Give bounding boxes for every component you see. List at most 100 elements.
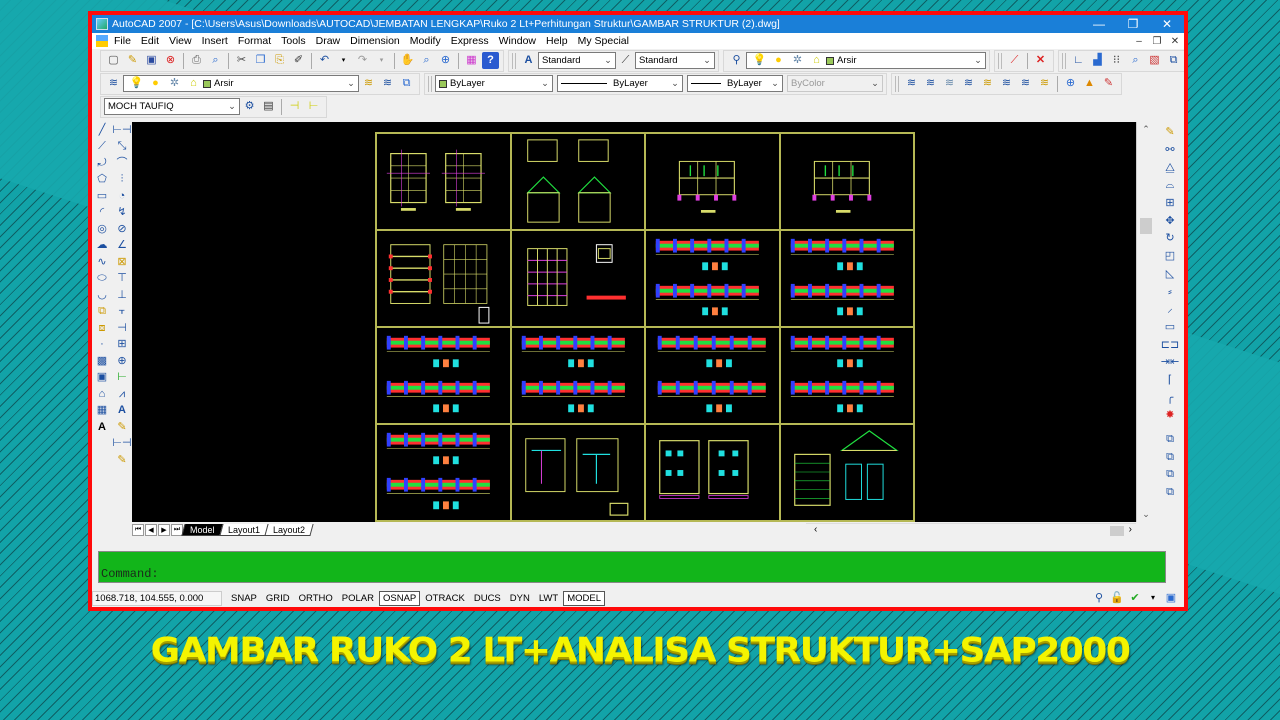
minimize-button[interactable]: — <box>1082 17 1116 31</box>
menu-modify[interactable]: Modify <box>410 35 447 47</box>
fillet-icon[interactable]: ╭ <box>1161 389 1179 407</box>
clean-screen-icon[interactable]: ▣ <box>1163 590 1179 606</box>
rotate-icon[interactable]: ↻ <box>1161 230 1179 248</box>
erase-icon[interactable]: ✎ <box>1161 124 1179 142</box>
array-icon[interactable]: ⊞ <box>1161 195 1179 213</box>
radius-dim-icon[interactable]: ◔ <box>114 188 130 205</box>
find-icon[interactable]: ⌕ <box>1127 52 1144 69</box>
polygon-icon[interactable]: ⬠ <box>94 172 110 189</box>
draworder-under-icon[interactable]: ⧉ <box>1161 484 1179 502</box>
vertical-scrollbar[interactable]: ⌃ ⌄ <box>1136 122 1154 522</box>
break-icon[interactable]: ⊏⊐ <box>1161 336 1179 354</box>
snap-toggle[interactable]: SNAP <box>227 591 261 606</box>
dim-style-icon[interactable]: A <box>114 403 130 420</box>
chamfer-icon[interactable]: ⌈ <box>1161 372 1179 390</box>
close-button[interactable]: ✕ <box>1150 17 1184 31</box>
restore-button[interactable]: ❐ <box>1116 17 1150 31</box>
text-style-select[interactable]: Standard ⌄ <box>538 52 616 69</box>
layer-select[interactable]: 💡 ● ✲ ⌂ Arsir ⌄ <box>746 52 986 69</box>
polar-toggle[interactable]: POLAR <box>338 591 378 606</box>
match-properties-icon[interactable]: ✐ <box>290 52 307 69</box>
extend-icon[interactable]: ⸝ <box>1161 301 1179 319</box>
gradient-icon[interactable]: ▣ <box>94 370 110 387</box>
image-icon[interactable]: ▧ <box>1146 52 1163 69</box>
scroll-left-icon[interactable]: ‹ <box>814 524 817 535</box>
make-object-layer-current-icon[interactable]: ⚲ <box>728 52 745 69</box>
scale-icon[interactable]: ◰ <box>1161 248 1179 266</box>
explode-icon[interactable]: ✸ <box>1161 407 1179 425</box>
revision-cloud-icon[interactable]: ☁ <box>94 238 110 255</box>
offset-icon[interactable]: ⌓ <box>1161 177 1179 195</box>
draworder-above-icon[interactable]: ⧉ <box>1161 466 1179 484</box>
join-icon[interactable]: ⇥⇤ <box>1161 354 1179 372</box>
table-icon[interactable]: ▦ <box>94 403 110 420</box>
quick-leader-icon[interactable]: ⫟ <box>114 304 130 321</box>
layer-merge-icon[interactable]: ≋ <box>998 75 1015 92</box>
stretch-icon[interactable]: ◺ <box>1161 266 1179 284</box>
tab-layout1[interactable]: Layout1 <box>218 524 269 536</box>
lwt-toggle[interactable]: LWT <box>535 591 562 606</box>
layer-change-icon[interactable]: ≋ <box>979 75 996 92</box>
dyn-toggle[interactable]: DYN <box>506 591 534 606</box>
break-at-point-icon[interactable]: ▭ <box>1161 319 1179 337</box>
ducs-toggle[interactable]: DUCS <box>470 591 505 606</box>
line-draw-icon[interactable]: ⟋ <box>1006 52 1023 69</box>
draworder-front-icon[interactable]: ⧉ <box>1161 431 1179 449</box>
dim-style-icon[interactable]: ⟋ <box>617 52 634 69</box>
menu-window[interactable]: Window <box>499 35 542 47</box>
tolerance-icon[interactable]: ⊣ <box>114 320 130 337</box>
new-icon[interactable]: ▢ <box>105 52 122 69</box>
menu-insert[interactable]: Insert <box>202 35 234 47</box>
menu-edit[interactable]: Edit <box>141 35 165 47</box>
doc-restore-button[interactable]: ❐ <box>1148 36 1166 47</box>
layer-unisolate-icon[interactable]: ≋ <box>922 75 939 92</box>
scroll-up-icon[interactable]: ⌃ <box>1137 124 1155 135</box>
toolbar-lock-icon[interactable]: 🔓 <box>1109 590 1125 606</box>
osnap-toggle[interactable]: OSNAP <box>378 590 421 606</box>
move-icon[interactable]: ✥ <box>1161 212 1179 230</box>
open-icon[interactable]: ✎ <box>124 52 141 69</box>
next-tab-icon[interactable]: ▶ <box>158 524 170 536</box>
quick-dim-icon[interactable]: ⊠ <box>114 254 130 271</box>
dim-override-icon[interactable]: ✎ <box>114 419 130 436</box>
dim-text-edit-icon[interactable]: ⊢ <box>114 370 130 387</box>
point-icon[interactable]: · <box>94 337 110 354</box>
dim-update-icon[interactable]: ⩘ <box>114 386 130 403</box>
spline-icon[interactable]: ∿ <box>94 254 110 271</box>
multiline-text-icon[interactable]: A <box>94 419 110 436</box>
area-icon[interactable]: ▟ <box>1089 52 1106 69</box>
pan-icon[interactable]: ✋ <box>399 52 416 69</box>
model-space-toggle[interactable]: MODEL <box>563 590 605 606</box>
arc-length-dim-icon[interactable]: ⌒ <box>114 155 130 172</box>
plot-preview-icon[interactable]: ⌕ <box>207 52 224 69</box>
tool-palettes-icon[interactable]: ▦ <box>463 52 480 69</box>
make-block-icon[interactable]: ⧈ <box>94 320 110 337</box>
cad-standards-icon[interactable]: ✔ <box>1127 590 1143 606</box>
baseline-dim-icon[interactable]: ⊤ <box>114 271 130 288</box>
ordinate-dim-icon[interactable]: ⫶ <box>114 172 130 189</box>
lineweight-select[interactable]: ByLayer ⌄ <box>687 75 783 92</box>
drawing-canvas[interactable] <box>132 122 1136 522</box>
close-icon[interactable]: ⊗ <box>162 52 179 69</box>
doc-minimize-button[interactable]: – <box>1130 36 1148 47</box>
construction-line-icon[interactable]: ⟋ <box>94 139 110 156</box>
layer-select-2[interactable]: 💡 ● ✲ ⌂ Arsir ⌄ <box>123 75 359 92</box>
workspace-settings-icon[interactable]: ⚙ <box>241 98 258 115</box>
workspace-save-icon[interactable]: ▤ <box>260 98 277 115</box>
polyline-icon[interactable]: ⤾ <box>94 155 110 172</box>
menu-dimension[interactable]: Dimension <box>350 35 406 47</box>
hscroll-thumb[interactable] <box>1110 526 1124 536</box>
linear-dim-icon[interactable]: ⊢⊣ <box>112 122 131 139</box>
communication-center-icon[interactable]: ⚲ <box>1091 590 1107 606</box>
plot-icon[interactable]: ⎙ <box>188 52 205 69</box>
undo-dropdown-icon[interactable]: ▾ <box>335 52 352 69</box>
status-menu-icon[interactable]: ▾ <box>1145 590 1161 606</box>
command-line[interactable]: Command: <box>98 551 1166 583</box>
undo-icon[interactable]: ↶ <box>316 52 333 69</box>
cleanup-brush-icon[interactable]: ✎ <box>1100 75 1117 92</box>
insert-block-icon[interactable]: ⧉ <box>94 304 110 321</box>
delete-x-icon[interactable]: ✕ <box>1032 52 1049 69</box>
layer-export-icon[interactable]: ⧉ <box>1165 52 1182 69</box>
layer-manager-icon[interactable]: ≋ <box>105 75 122 92</box>
zoom-realtime-icon[interactable]: ⌕ <box>418 52 435 69</box>
